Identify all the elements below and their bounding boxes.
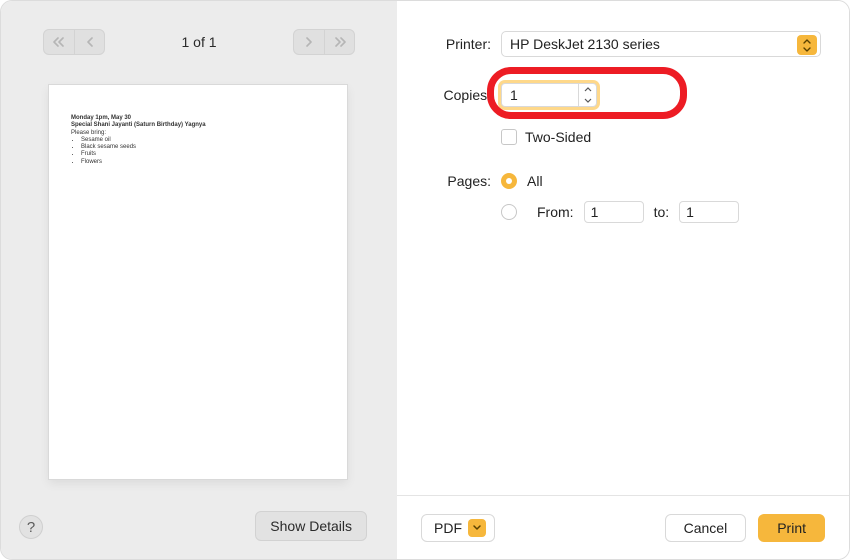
printer-value: HP DeskJet 2130 series	[510, 36, 660, 52]
two-sided-checkbox[interactable]	[501, 129, 517, 145]
chevron-down-icon	[468, 519, 486, 537]
prev-page-group	[43, 29, 105, 55]
help-icon: ?	[27, 519, 35, 536]
pages-all-radio[interactable]	[501, 173, 517, 189]
next-page-button[interactable]	[294, 30, 324, 54]
stepper-up-icon	[584, 84, 592, 95]
preview-heading-1: Monday 1pm, May 30	[71, 115, 325, 121]
preview-list-item: Fruits	[81, 151, 325, 158]
print-dialog: 1 of 1 Monday 1pm, May 30 Special Shani …	[0, 0, 850, 560]
help-button[interactable]: ?	[19, 515, 43, 539]
show-details-button[interactable]: Show Details	[255, 511, 367, 541]
pages-all-label: All	[527, 173, 543, 189]
pdf-menu-button[interactable]: PDF	[421, 514, 495, 542]
pages-label: Pages:	[397, 173, 491, 189]
page-indicator: 1 of 1	[181, 34, 216, 50]
page-preview: Monday 1pm, May 30 Special Shani Jayanti…	[49, 85, 347, 479]
pages-from-label: From:	[537, 204, 574, 220]
next-page-group	[293, 29, 355, 55]
chevron-updown-icon	[797, 35, 817, 55]
printer-label: Printer:	[397, 36, 491, 52]
settings-pane: Printer: HP DeskJet 2130 series Copies: …	[397, 1, 849, 559]
preview-list-item: Flowers	[81, 159, 325, 166]
print-button[interactable]: Print	[758, 514, 825, 542]
last-page-button[interactable]	[324, 30, 354, 54]
dialog-footer: PDF Cancel Print	[397, 495, 849, 559]
pages-to-field[interactable]: 1	[679, 201, 739, 223]
first-page-button[interactable]	[44, 30, 74, 54]
prev-page-button[interactable]	[74, 30, 104, 54]
copies-label: Copies:	[397, 87, 491, 103]
preview-heading-2: Special Shani Jayanti (Saturn Birthday) …	[71, 122, 325, 128]
preview-subheading: Please bring:	[71, 130, 325, 136]
preview-list-item: Black sesame seeds	[81, 144, 325, 151]
stepper-down-icon	[584, 95, 592, 106]
copies-field[interactable]: 1	[501, 83, 597, 107]
copies-stepper[interactable]	[578, 84, 596, 106]
preview-list-item: Sesame oil	[81, 137, 325, 144]
pages-range-radio[interactable]	[501, 204, 517, 220]
printer-select[interactable]: HP DeskJet 2130 series	[501, 31, 821, 57]
copies-value: 1	[510, 87, 518, 103]
two-sided-label: Two-Sided	[525, 129, 591, 145]
pages-to-label: to:	[654, 204, 670, 220]
cancel-button[interactable]: Cancel	[665, 514, 747, 542]
preview-pane: 1 of 1 Monday 1pm, May 30 Special Shani …	[1, 1, 397, 559]
pages-from-field[interactable]: 1	[584, 201, 644, 223]
